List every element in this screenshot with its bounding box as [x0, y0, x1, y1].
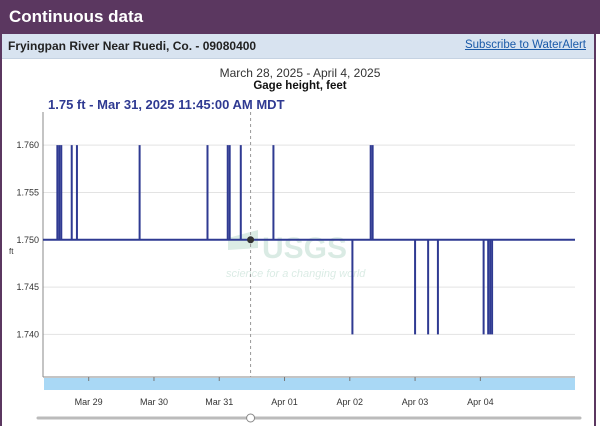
y-tick-label: 1.750: [16, 235, 39, 245]
hydrograph-chart[interactable]: USGS science for a changing world ft 1.7…: [0, 0, 600, 426]
x-tick-label: Apr 02: [337, 397, 364, 407]
y-tick-labels: 1.740 1.745 1.750 1.755 1.760: [16, 140, 39, 339]
x-tick-label: Apr 03: [402, 397, 429, 407]
usgs-watermark: USGS science for a changing world: [226, 230, 366, 280]
gage-height-series: [43, 145, 575, 335]
x-tick-label: Mar 30: [140, 397, 168, 407]
x-tick-label: Mar 31: [205, 397, 233, 407]
cursor-point: [247, 236, 255, 244]
brush-timeline[interactable]: [44, 378, 575, 390]
x-tick-label: Mar 29: [75, 397, 103, 407]
time-slider-handle[interactable]: [246, 413, 256, 423]
x-tick-label: Apr 04: [467, 397, 494, 407]
usgs-watermark-logo: USGS: [262, 232, 347, 265]
y-axis-unit-label: ft: [9, 247, 14, 256]
y-tick-label: 1.755: [16, 187, 39, 197]
y-tick-label: 1.745: [16, 282, 39, 292]
y-tick-label: 1.740: [16, 329, 39, 339]
usgs-watermark-tagline: science for a changing world: [226, 268, 366, 280]
x-tick-label: Apr 01: [271, 397, 298, 407]
y-tick-label: 1.760: [16, 140, 39, 150]
